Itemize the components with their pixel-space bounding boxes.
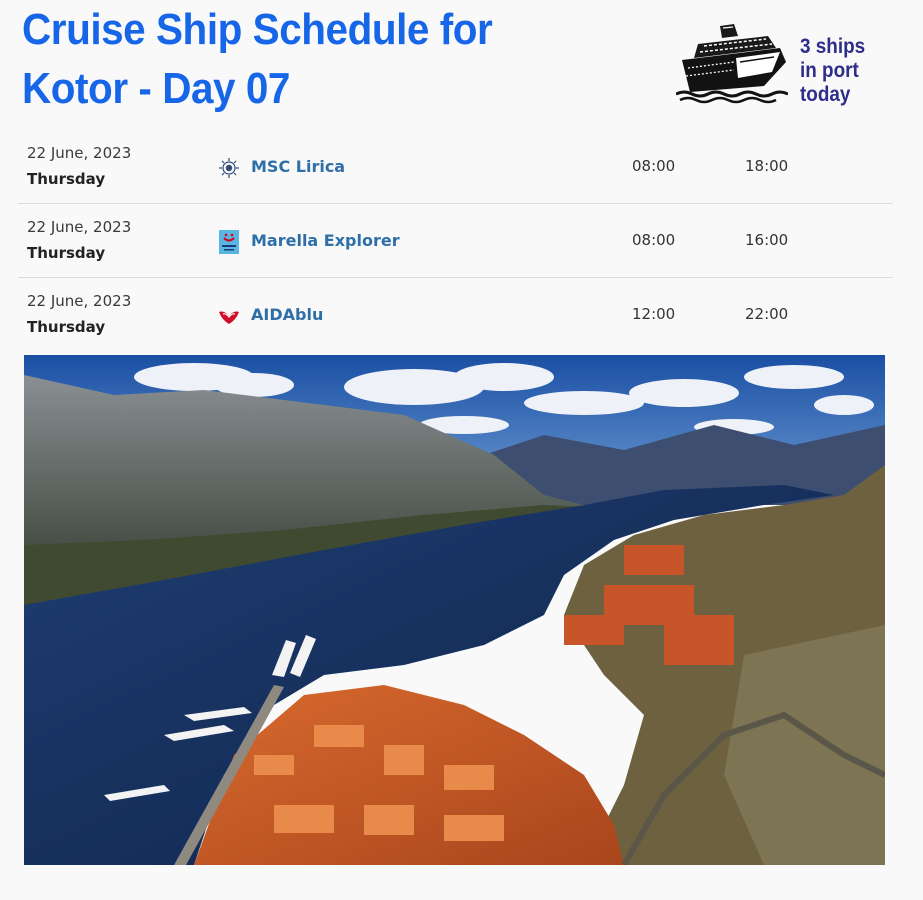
schedule-row: 22 June, 2023 Thursday MSC Lirica 08:00 … — [18, 130, 893, 204]
ships-in-port-count: 3 ships in port today — [800, 35, 881, 107]
arrival-time: 08:00 — [632, 231, 676, 249]
weekday-text: Thursday — [27, 170, 106, 188]
arrival-time: 12:00 — [632, 305, 676, 323]
ship-link-marella-explorer[interactable]: Marella Explorer — [251, 231, 400, 250]
date-text: 22 June, 2023 — [27, 144, 132, 162]
page-title-line-2: Kotor - Day 07 — [22, 64, 290, 113]
msc-cruises-logo-icon — [219, 158, 239, 178]
cruise-ship-icon — [676, 24, 788, 104]
date-text: 22 June, 2023 — [27, 218, 132, 236]
departure-time: 22:00 — [745, 305, 789, 323]
page-title: Cruise Ship Schedule for Kotor - Day 07 — [22, 0, 500, 118]
ships-count-line-1: 3 ships — [800, 35, 866, 58]
date-text: 22 June, 2023 — [27, 292, 132, 310]
aida-cruises-logo-icon — [219, 311, 239, 324]
marella-cruises-logo-icon — [219, 230, 239, 254]
ships-count-line-2: in port — [800, 59, 859, 82]
weekday-text: Thursday — [27, 318, 106, 336]
schedule-row: 22 June, 2023 Thursday AIDAblu 12:00 22:… — [18, 278, 893, 351]
departure-time: 18:00 — [745, 157, 789, 175]
weekday-text: Thursday — [27, 244, 106, 262]
schedule-row: 22 June, 2023 Thursday Marella Explorer … — [18, 204, 893, 278]
schedule-table: 22 June, 2023 Thursday MSC Lirica 08:00 … — [18, 130, 893, 351]
arrival-time: 08:00 — [632, 157, 676, 175]
ship-link-aidablu[interactable]: AIDAblu — [251, 305, 323, 324]
page-title-line-1: Cruise Ship Schedule for — [22, 5, 493, 54]
ships-count-line-3: today — [800, 83, 851, 106]
kotor-bay-photo — [24, 355, 885, 865]
ship-link-msc-lirica[interactable]: MSC Lirica — [251, 157, 345, 176]
departure-time: 16:00 — [745, 231, 789, 249]
